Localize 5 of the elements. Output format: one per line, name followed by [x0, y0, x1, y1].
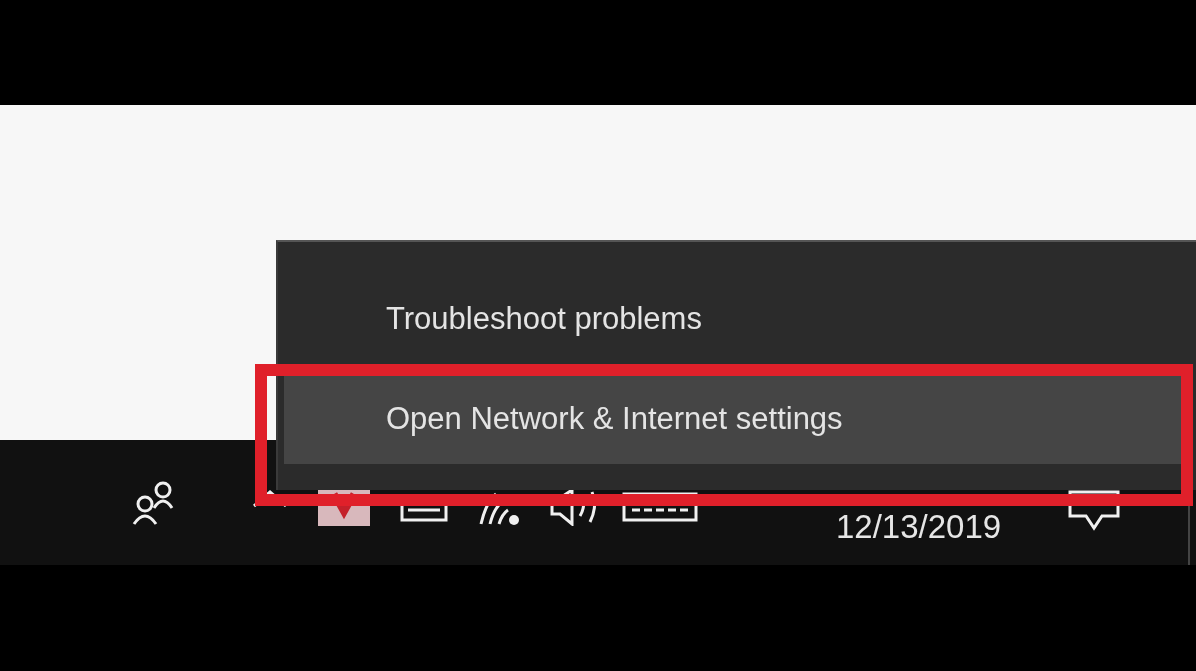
menu-item[interactable]: Troubleshoot problems — [278, 274, 1196, 364]
taskbar-date[interactable]: 12/13/2019 — [836, 508, 1002, 546]
menu-item[interactable]: Open Network & Internet settings — [284, 374, 1184, 464]
keyboard-icon[interactable] — [622, 492, 698, 522]
notification-icon[interactable] — [1068, 490, 1120, 532]
